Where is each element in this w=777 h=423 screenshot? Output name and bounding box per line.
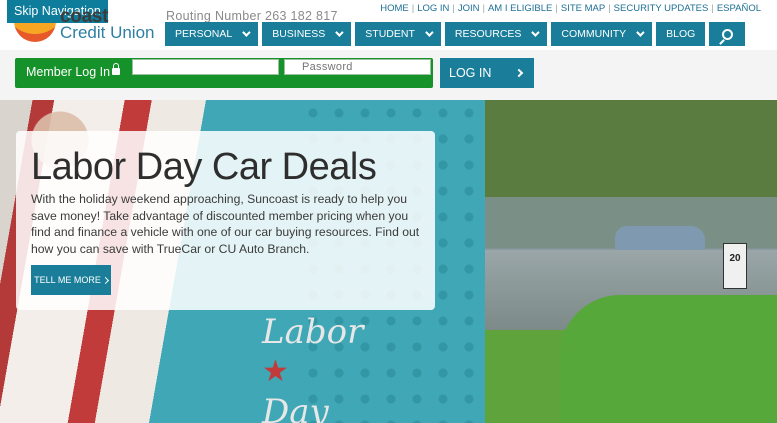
login-button[interactable]: LOG IN <box>440 58 534 88</box>
promo-body: With the holiday weekend approaching, Su… <box>31 192 420 256</box>
page: Skip Navigation coast Credit Union Routi… <box>0 0 777 423</box>
nav-personal[interactable]: PERSONAL <box>165 22 259 46</box>
lock-icon <box>112 63 120 75</box>
chevron-down-icon <box>425 28 434 37</box>
labor-day-graphic: Labor ★ Day <box>262 312 372 423</box>
nav-blog[interactable]: BLOG <box>656 22 706 46</box>
utility-links: HOME | LOG IN | JOIN | AM I ELIGIBLE | SITE … <box>380 3 761 14</box>
separator: | <box>555 3 558 14</box>
chevron-down-icon <box>242 28 251 37</box>
nav-label: PERSONAL <box>175 28 233 40</box>
search-icon <box>721 28 733 40</box>
search-button[interactable] <box>709 22 746 46</box>
nav-label: BUSINESS <box>272 28 326 40</box>
util-link-site-map[interactable]: SITE MAP <box>561 3 605 14</box>
routing-number: Routing Number 263 182 817 <box>166 9 338 23</box>
nav-community[interactable]: COMMUNITY <box>551 22 653 46</box>
chevron-down-icon <box>335 28 344 37</box>
nav-label: RESOURCES <box>454 28 522 40</box>
labor-day-text: Labor <box>262 312 364 352</box>
util-link-am-i-eligible[interactable]: AM I ELIGIBLE <box>488 3 552 14</box>
chevron-right-icon <box>514 68 524 78</box>
labor-day-text-2: Day <box>262 392 329 423</box>
login-button-label: LOG IN <box>449 66 492 80</box>
util-link-log-in[interactable]: LOG IN <box>417 3 449 14</box>
nav-student[interactable]: STUDENT <box>355 22 441 46</box>
nav-business[interactable]: BUSINESS <box>262 22 352 46</box>
nav-label: STUDENT <box>365 28 415 40</box>
separator: | <box>711 3 714 14</box>
promo-title: Labor Day Car Deals <box>31 146 377 188</box>
member-login-label: Member Log In <box>26 65 111 79</box>
util-link-espanol[interactable]: ESPAÑOL <box>717 3 761 14</box>
chevron-down-icon <box>531 28 541 37</box>
brand-subtitle: Credit Union <box>60 23 155 42</box>
util-link-security-updates[interactable]: SECURITY UPDATES <box>614 3 709 14</box>
util-link-join[interactable]: JOIN <box>458 3 480 14</box>
labor-day-star-icon: ★ <box>262 354 289 389</box>
separator: | <box>608 3 611 14</box>
username-input[interactable] <box>132 59 279 75</box>
hero-banner: 20 Labor ★ Day Labor Day Car Deals With … <box>0 100 777 423</box>
util-link-home[interactable]: HOME <box>380 3 409 14</box>
chevron-right-icon <box>101 276 109 285</box>
tell-me-more-label: TELL ME MORE <box>34 275 101 285</box>
login-form: Member Log In <box>15 58 433 88</box>
submerged-car <box>615 226 705 250</box>
tell-me-more-button[interactable]: TELL ME MORE <box>31 265 111 295</box>
speed-limit-sign: 20 <box>723 243 747 289</box>
nav-label: COMMUNITY <box>561 28 627 40</box>
main-nav: PERSONAL BUSINESS STUDENT RESOURCES COMM… <box>165 22 746 46</box>
separator: | <box>482 3 485 14</box>
password-input[interactable] <box>284 59 431 75</box>
separator: | <box>452 3 455 14</box>
login-bar: Member Log In LOG IN <box>0 50 777 100</box>
nav-resources[interactable]: RESOURCES <box>444 22 548 46</box>
promo-card: Labor Day Car Deals With the holiday wee… <box>16 131 435 310</box>
grass <box>560 295 777 423</box>
nav-label: BLOG <box>666 28 696 40</box>
separator: | <box>411 3 415 14</box>
chevron-down-icon <box>636 28 645 37</box>
